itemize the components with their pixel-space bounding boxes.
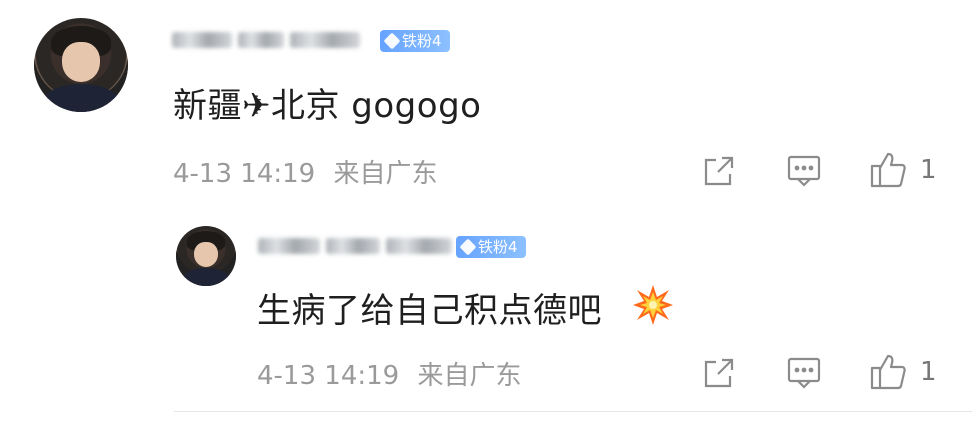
comment-time: 4-13 14:19: [173, 159, 316, 189]
comment-location: 来自广东: [333, 159, 438, 189]
comment-icon[interactable]: [786, 154, 822, 188]
like-count: 1: [920, 357, 937, 387]
thumb-up-icon[interactable]: [868, 352, 908, 392]
username-blurred[interactable]: [172, 32, 360, 48]
blurred-name-part: [290, 32, 360, 48]
avatar-shirt: [182, 268, 230, 286]
comment-meta: 4-13 14:19 来自广东: [173, 153, 437, 190]
share-icon[interactable]: [702, 154, 736, 188]
badge-label: 铁粉4: [478, 238, 518, 256]
diamond-icon: [459, 238, 477, 256]
fan-level-badge: 铁粉4: [456, 236, 526, 258]
comment-text: 新疆✈北京 gogogo: [173, 86, 482, 126]
share-icon[interactable]: [702, 356, 736, 390]
collision-emoji: [632, 284, 674, 330]
comment-icon[interactable]: [786, 356, 822, 390]
reply-text-body: 生病了给自己积点德吧: [257, 291, 602, 331]
like-count: 1: [920, 155, 937, 185]
blurred-name-part: [326, 238, 380, 254]
blurred-name-part: [172, 32, 232, 48]
avatar[interactable]: [34, 18, 128, 112]
blurred-name-part: [238, 32, 284, 48]
reply-username-blurred[interactable]: [258, 238, 452, 254]
diamond-icon: [383, 32, 401, 50]
blurred-name-part: [386, 238, 452, 254]
reply-location: 来自广东: [417, 361, 522, 391]
thumb-up-icon[interactable]: [868, 150, 908, 190]
blurred-name-part: [258, 238, 320, 254]
reply-meta: 4-13 14:19 来自广东: [257, 355, 521, 392]
avatar-shirt: [43, 83, 119, 112]
reply-avatar[interactable]: [176, 226, 236, 286]
fan-level-badge: 铁粉4: [380, 30, 450, 52]
divider: [174, 411, 972, 412]
avatar-face: [194, 241, 218, 267]
badge-label: 铁粉4: [402, 32, 442, 50]
reply-text: 生病了给自己积点德吧: [257, 283, 602, 332]
avatar-face: [62, 42, 100, 82]
reply-time: 4-13 14:19: [257, 361, 400, 391]
